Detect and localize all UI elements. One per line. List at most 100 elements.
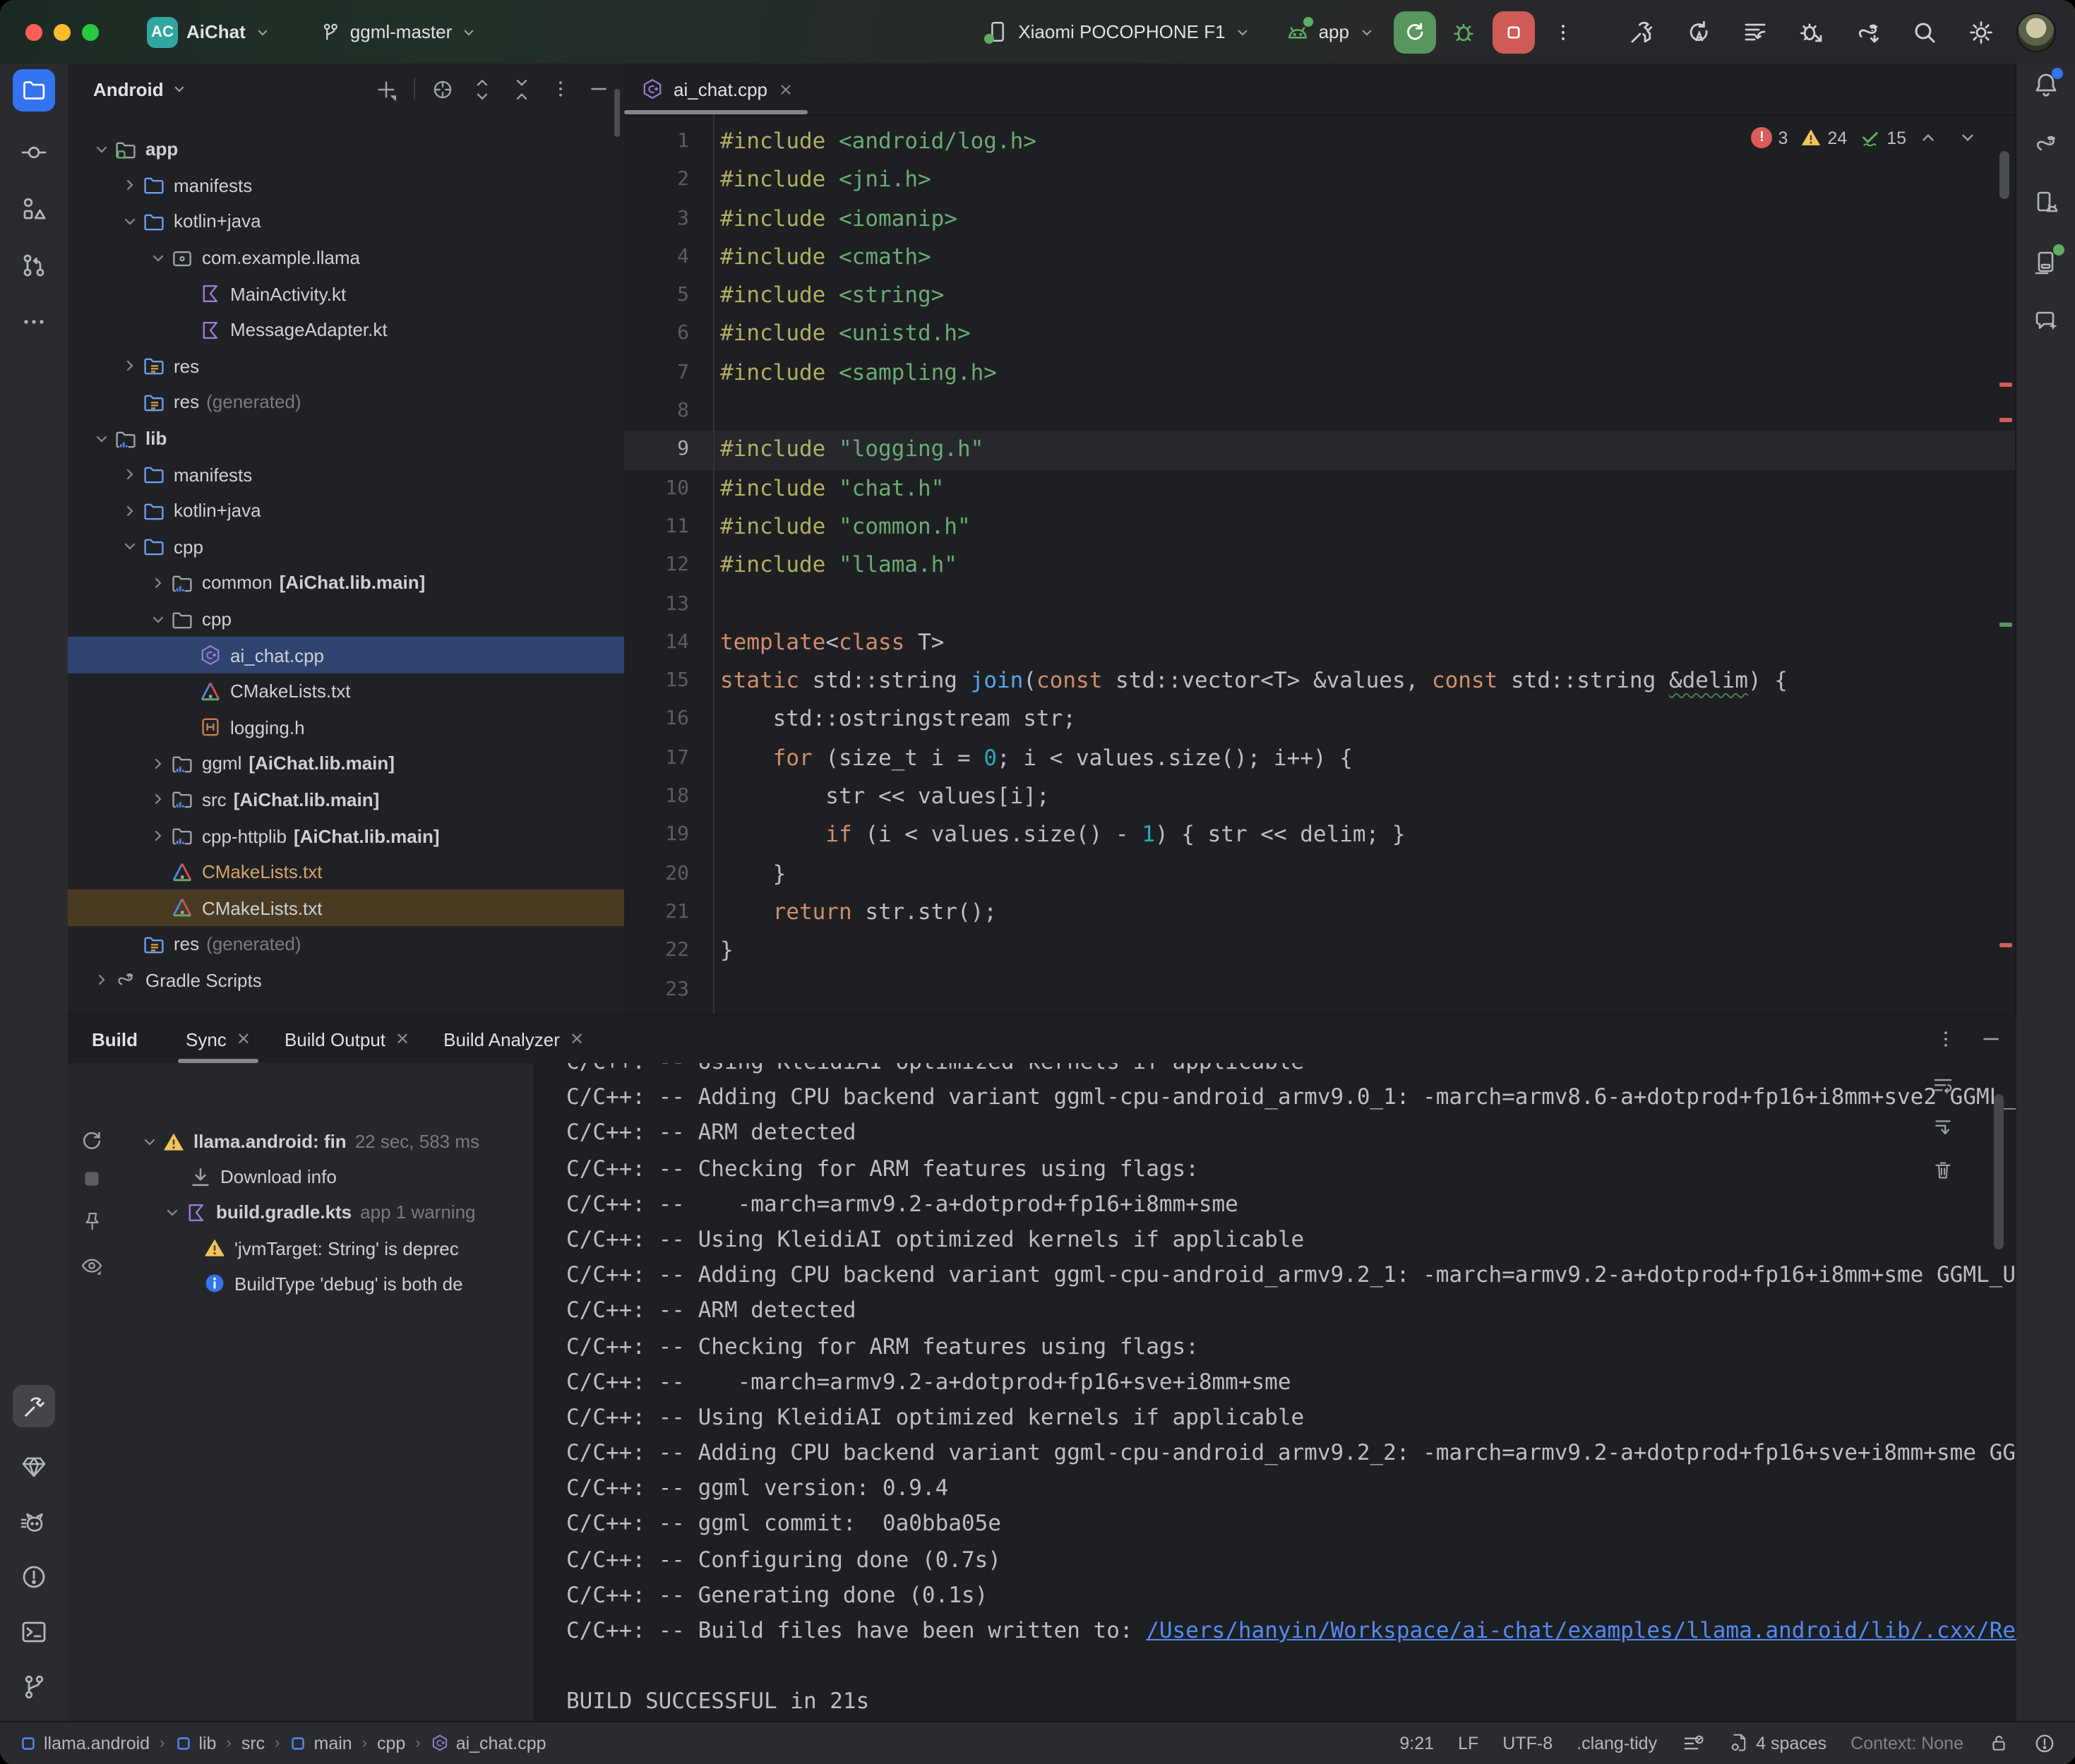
line-number[interactable]: 6 xyxy=(624,316,689,354)
prev-problem-button[interactable] xyxy=(1919,128,1937,147)
close-button[interactable] xyxy=(25,23,42,40)
caret-position-widget[interactable]: 9:21 xyxy=(1399,1734,1434,1753)
project-tree-item-manifests[interactable]: manifests xyxy=(68,167,624,203)
problems-tool-button[interactable] xyxy=(18,1561,49,1592)
tab-ai-chat-cpp[interactable]: ai_chat.cpp xyxy=(624,64,810,114)
project-tree-scrollbar[interactable] xyxy=(614,89,620,137)
project-tree-item-cpp[interactable]: cpp xyxy=(68,529,624,565)
next-problem-button[interactable] xyxy=(1959,128,1977,147)
line-number[interactable]: 14 xyxy=(624,624,689,663)
chevron-right-icon[interactable] xyxy=(116,358,143,375)
code-line-6[interactable]: 6#include <unistd.h> xyxy=(624,316,2016,354)
device-manager-button[interactable] xyxy=(2031,188,2062,219)
chevron-right-icon[interactable] xyxy=(144,791,171,808)
error-stripe-mark[interactable] xyxy=(1999,418,2012,422)
project-tree-item-app[interactable]: app xyxy=(68,131,624,167)
line-number[interactable]: 23 xyxy=(624,971,689,1009)
breadcrumb-item-src[interactable]: src xyxy=(241,1734,265,1753)
code-line-18[interactable]: 18 str << values[i]; xyxy=(624,778,2016,817)
scroll-to-end-button[interactable] xyxy=(1932,1117,1954,1139)
code-line-7[interactable]: 7#include <sampling.h> xyxy=(624,354,2016,393)
expand-all-button[interactable] xyxy=(470,77,494,101)
project-tree-item-src[interactable]: src[AiChat.lib.main] xyxy=(68,781,624,817)
minimize-panel-button[interactable] xyxy=(1980,1028,2002,1050)
breadcrumb-item-ai-chat-cpp[interactable]: ai_chat.cpp xyxy=(431,1734,546,1753)
sync-tree-item[interactable]: Download info xyxy=(116,1159,534,1194)
lock-icon[interactable] xyxy=(1987,1733,2009,1754)
code-line-15[interactable]: 15static std::string join(const std::vec… xyxy=(624,662,2016,701)
clear-log-button[interactable] xyxy=(1932,1159,1954,1182)
build-output-path-link[interactable]: /Users/hanyin/Workspace/ai-chat/examples… xyxy=(1146,1618,2016,1643)
line-number[interactable]: 11 xyxy=(624,508,689,547)
line-number[interactable]: 3 xyxy=(624,200,689,239)
line-number[interactable]: 12 xyxy=(624,547,689,586)
project-tree-item-ai-chat-cpp[interactable]: ai_chat.cpp xyxy=(68,637,624,673)
version-control-tool-button[interactable] xyxy=(18,1672,49,1703)
code-line-12[interactable]: 12#include "llama.h" xyxy=(624,547,2016,586)
line-number[interactable]: 8 xyxy=(624,392,689,431)
project-tree-item-res[interactable]: res(generated) xyxy=(68,384,624,420)
line-number[interactable]: 4 xyxy=(624,239,689,277)
chevron-down-icon[interactable] xyxy=(88,430,114,447)
code-line-2[interactable]: 2#include <jni.h> xyxy=(624,162,2016,200)
project-tree-item-messageadapter-kt[interactable]: MessageAdapter.kt xyxy=(68,312,624,348)
pull-requests-tool-button[interactable] xyxy=(18,250,49,281)
build-panel-title[interactable]: Build xyxy=(92,1028,138,1050)
inspections-widget-toggle[interactable] xyxy=(1681,1732,1704,1755)
settings-button[interactable] xyxy=(1959,11,2002,53)
project-tree-item-common[interactable]: common[AiChat.lib.main] xyxy=(68,565,624,601)
sync-tree-item[interactable]: llama.android: fin22 sec, 583 ms xyxy=(116,1124,534,1159)
indent-widget[interactable]: 4 spaces xyxy=(1728,1733,1826,1754)
code-line-5[interactable]: 5#include <string> xyxy=(624,277,2016,316)
project-tree-item-cmakelists-txt[interactable]: CMakeLists.txt xyxy=(68,854,624,890)
line-number[interactable]: 13 xyxy=(624,585,689,624)
error-stripe-mark[interactable] xyxy=(1999,383,2012,387)
project-tree-item-cpp-httplib[interactable]: cpp-httplib[AiChat.lib.main] xyxy=(68,818,624,854)
build-options-button[interactable] xyxy=(1935,1028,1957,1050)
device-selector[interactable]: Xiaomi POCOPHONE F1 xyxy=(974,14,1262,49)
chevron-down-icon[interactable] xyxy=(144,611,171,628)
encoding-widget[interactable]: UTF-8 xyxy=(1502,1734,1553,1753)
pin-tab-button[interactable] xyxy=(80,1210,104,1234)
line-number[interactable]: 18 xyxy=(624,778,689,817)
status-problems-icon[interactable] xyxy=(2033,1732,2055,1755)
code-line-16[interactable]: 16 std::ostringstream str; xyxy=(624,701,2016,740)
user-avatar[interactable] xyxy=(2016,12,2055,52)
line-number[interactable]: 2 xyxy=(624,162,689,200)
warning-count[interactable]: 24 xyxy=(1800,127,1847,148)
line-number[interactable]: 17 xyxy=(624,740,689,779)
line-number[interactable]: 15 xyxy=(624,662,689,701)
code-line-17[interactable]: 17 for (size_t i = 0; i < values.size();… xyxy=(624,740,2016,779)
code-area[interactable]: 1#include <android/log.h>2#include <jni.… xyxy=(624,114,2016,1014)
code-line-8[interactable]: 8 xyxy=(624,392,2016,431)
chevron-right-icon[interactable] xyxy=(116,502,143,519)
project-tree-item-manifests[interactable]: manifests xyxy=(68,457,624,493)
line-separator-widget[interactable]: LF xyxy=(1458,1734,1478,1753)
minimize-button[interactable] xyxy=(54,23,71,40)
line-number[interactable]: 16 xyxy=(624,701,689,740)
breadcrumb-item-llama-android[interactable]: llama.android xyxy=(20,1734,150,1753)
context-widget[interactable]: Context: None xyxy=(1850,1734,1963,1753)
project-tree-item-cmakelists-txt[interactable]: CMakeLists.txt xyxy=(68,673,624,709)
hide-panel-button[interactable] xyxy=(587,78,610,100)
chevron-down-icon[interactable] xyxy=(144,249,171,266)
gemini-button[interactable] xyxy=(2031,306,2062,337)
close-icon[interactable]: ✕ xyxy=(395,1029,409,1049)
project-tree-item-ggml[interactable]: ggml[AiChat.lib.main] xyxy=(68,745,624,781)
line-number[interactable]: 22 xyxy=(624,932,689,971)
code-line-19[interactable]: 19 if (i < values.size() - 1) { str << d… xyxy=(624,817,2016,856)
gradle-tool-button[interactable] xyxy=(2031,128,2062,160)
notifications-button[interactable] xyxy=(2031,69,2062,100)
error-stripe-mark[interactable] xyxy=(1999,943,2012,947)
project-tree-item-lib[interactable]: lib xyxy=(68,421,624,457)
chevron-down-icon[interactable] xyxy=(88,141,114,158)
project-view-selector[interactable]: Android xyxy=(93,78,188,100)
code-line-14[interactable]: 14template<class T> xyxy=(624,624,2016,663)
line-number[interactable]: 19 xyxy=(624,817,689,856)
project-tree-item-res[interactable]: res(generated) xyxy=(68,926,624,962)
run-config-selector[interactable]: app xyxy=(1274,13,1386,50)
sync-tree-item[interactable]: BuildType 'debug' is both de xyxy=(116,1266,534,1302)
build-tab-sync[interactable]: Sync✕ xyxy=(169,1015,268,1063)
logcat-tool-button[interactable] xyxy=(18,1506,49,1537)
code-line-21[interactable]: 21 return str.str(); xyxy=(624,894,2016,932)
